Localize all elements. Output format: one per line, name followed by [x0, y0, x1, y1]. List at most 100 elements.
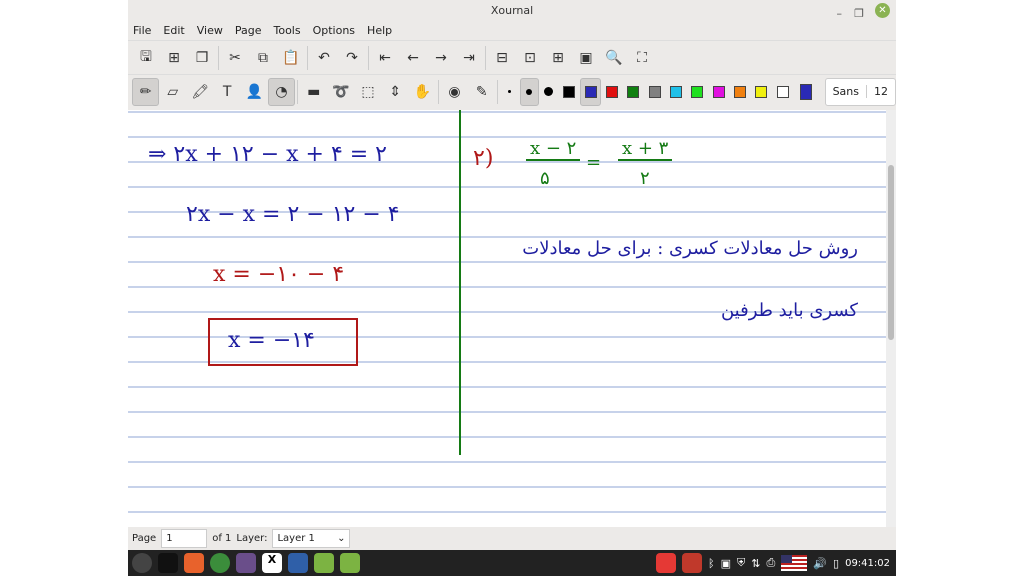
zoom-100-button[interactable]: ▣ [572, 44, 600, 72]
menu-view[interactable]: View [197, 22, 223, 40]
last-page-icon: ⇥ [463, 49, 475, 66]
terminal-icon[interactable] [158, 553, 178, 573]
find-button[interactable]: 🔍 [600, 44, 628, 72]
xournal-app-icon[interactable]: X [262, 553, 282, 573]
color-button[interactable] [579, 77, 602, 106]
persian-text-2: کسری باید طرفین [720, 300, 858, 321]
font-name: Sans [832, 85, 860, 98]
color-button[interactable] [559, 78, 580, 106]
menu-file[interactable]: File [133, 22, 151, 40]
close-button[interactable]: ✕ [875, 3, 890, 18]
eraser-button[interactable]: ▱ [159, 78, 186, 106]
prev-page-icon: ← [407, 49, 419, 66]
volume-icon[interactable]: 🔊 [813, 557, 827, 570]
color-button[interactable] [601, 78, 622, 106]
menu-icon[interactable] [132, 553, 152, 573]
default-tool-button[interactable]: ◉ [441, 78, 468, 106]
duplicate-button[interactable]: ❐ [188, 44, 216, 72]
zoom-out-button[interactable]: ⊟ [488, 44, 516, 72]
color-button[interactable] [623, 78, 644, 106]
color-button[interactable] [772, 78, 793, 106]
current-color-button[interactable] [793, 78, 818, 106]
pen-toolbar: ✏ ▱ 🖍 T 👤 ◔ ▬ ➰ ⬚ ⇕ ✋ ◉ ✎ Sans 12 [128, 74, 897, 108]
note-line-2: ۲x − x = ۲ − ۱۲ − ۴ [186, 202, 400, 227]
menu-tools[interactable]: Tools [273, 22, 300, 40]
hand-button[interactable]: ✋ [409, 78, 436, 106]
image-button[interactable]: 👤 [241, 78, 268, 106]
screenshot-icon[interactable] [288, 553, 308, 573]
prev-page-button[interactable]: ← [399, 44, 427, 72]
battery-icon[interactable]: ▯ [833, 557, 839, 570]
zoom-in-button[interactable]: ⊞ [544, 44, 572, 72]
next-page-button[interactable]: → [427, 44, 455, 72]
bluetooth-icon[interactable]: ᛒ [708, 557, 715, 570]
color-button[interactable] [687, 78, 708, 106]
copy-button[interactable]: ⧉ [249, 44, 277, 72]
page-spinner[interactable]: 1 [161, 529, 208, 548]
text-button[interactable]: T [214, 78, 241, 106]
network-icon[interactable]: ⇅ [751, 557, 760, 570]
zoom-out-icon: ⊟ [496, 49, 508, 66]
recorder-icon[interactable] [682, 553, 703, 573]
shape-recognizer-button[interactable]: ◔ [267, 77, 296, 106]
last-page-button[interactable]: ⇥ [455, 44, 483, 72]
menu-options[interactable]: Options [313, 22, 355, 40]
default-pen-icon: ✎ [475, 83, 488, 100]
default-tool-icon: ◉ [448, 83, 461, 100]
font-size: 12 [866, 85, 895, 98]
ruler-button[interactable]: ▬ [300, 78, 327, 106]
menu-edit[interactable]: Edit [163, 22, 184, 40]
chrome-icon[interactable] [210, 553, 230, 573]
thickness-medium-button[interactable] [519, 77, 540, 106]
minimize-button[interactable]: – [837, 3, 843, 25]
paste-button[interactable]: 📋 [277, 44, 305, 72]
highlighter-button[interactable]: 🖍 [186, 78, 213, 106]
rect-select-button[interactable]: ⬚ [354, 78, 381, 106]
default-pen-button[interactable]: ✎ [468, 78, 495, 106]
undo-icon: ↶ [318, 49, 330, 66]
zoom-100-icon: ▣ [579, 49, 593, 66]
maximize-button[interactable]: ❐ [854, 3, 864, 25]
pen-button[interactable]: ✏ [132, 77, 160, 106]
firefox-icon[interactable] [184, 553, 204, 573]
clock[interactable]: 09:41:02 [845, 558, 896, 569]
clipboard-icon[interactable]: ▣ [721, 557, 731, 570]
anydesk-icon[interactable] [656, 553, 677, 573]
color-button[interactable] [751, 78, 772, 106]
vertical-space-button[interactable]: ⇕ [382, 78, 409, 106]
redo-button[interactable]: ↷ [338, 44, 366, 72]
undo-button[interactable]: ↶ [310, 44, 338, 72]
cut-button[interactable]: ✂ [221, 44, 249, 72]
page-canvas[interactable]: ⇒ ۲x + ۱۲ − x + ۴ = ۲ ۲x − x = ۲ − ۱۲ − … [128, 110, 886, 527]
menu-help[interactable]: Help [367, 22, 392, 40]
scrollbar-thumb[interactable] [888, 165, 894, 340]
folder-icon[interactable] [314, 553, 334, 573]
color-swatch-icon [691, 85, 704, 98]
thickness-fine-button[interactable] [500, 78, 519, 106]
color-button[interactable] [729, 78, 750, 106]
chevron-down-icon: ⌄ [337, 533, 346, 544]
folder-icon[interactable] [340, 553, 360, 573]
menu-bar: File Edit View Page Tools Options Help [128, 22, 896, 40]
text-icon: T [222, 83, 232, 100]
note-line-3: x = −۱۰ − ۴ [213, 262, 345, 287]
menu-page[interactable]: Page [235, 22, 262, 40]
obs-icon[interactable] [236, 553, 256, 573]
new-page-icon: ⊞ [168, 49, 180, 66]
layer-select[interactable]: Layer 1 ⌄ [272, 529, 351, 548]
fullscreen-button[interactable]: ⛶ [628, 44, 656, 72]
zoom-fit-button[interactable]: ⊡ [516, 44, 544, 72]
color-button[interactable] [644, 78, 665, 106]
font-selector[interactable]: Sans 12 [824, 77, 897, 106]
color-button[interactable] [665, 78, 686, 106]
first-page-button[interactable]: ⇤ [371, 44, 399, 72]
new-page-button[interactable]: ⊞ [160, 44, 188, 72]
thickness-thick-button[interactable] [539, 78, 558, 106]
shield-icon[interactable]: ⛨ [737, 556, 745, 570]
printer-icon[interactable]: ⎙ [767, 556, 776, 570]
lasso-button[interactable]: ➰ [327, 78, 354, 106]
save-button[interactable]: 🖫 [132, 44, 160, 72]
fullscreen-icon: ⛶ [637, 49, 647, 66]
color-button[interactable] [708, 78, 729, 106]
us-flag-icon[interactable] [781, 555, 808, 571]
